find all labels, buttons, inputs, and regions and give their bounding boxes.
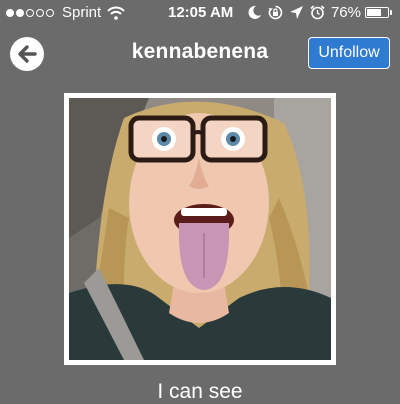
wifi-icon [107, 6, 125, 20]
alarm-icon [310, 5, 325, 20]
post-photo[interactable] [69, 98, 331, 360]
status-time: 12:05 AM [168, 4, 234, 21]
signal-dot [6, 8, 14, 17]
status-right: 76% [247, 4, 392, 21]
selfie-photo [69, 98, 331, 360]
signal-dot [26, 8, 34, 17]
signal-dot [16, 8, 24, 17]
battery-percent: 76% [330, 4, 361, 21]
signal-strength-icon [6, 8, 56, 17]
rotation-lock-icon [268, 5, 283, 20]
status-left: Sprint [6, 4, 125, 21]
signal-dot [46, 8, 54, 17]
status-bar: Sprint 12:05 AM 76% [0, 0, 400, 28]
battery-icon [365, 7, 389, 18]
unfollow-button[interactable]: Unfollow [308, 37, 390, 69]
moon-icon [248, 5, 261, 19]
battery-tip [390, 10, 392, 15]
photo-frame [64, 93, 336, 365]
location-icon [289, 6, 303, 19]
signal-dot [36, 8, 44, 17]
post-caption: I can see [157, 380, 243, 403]
battery-fill [367, 9, 382, 16]
carrier-name: Sprint [62, 4, 102, 21]
